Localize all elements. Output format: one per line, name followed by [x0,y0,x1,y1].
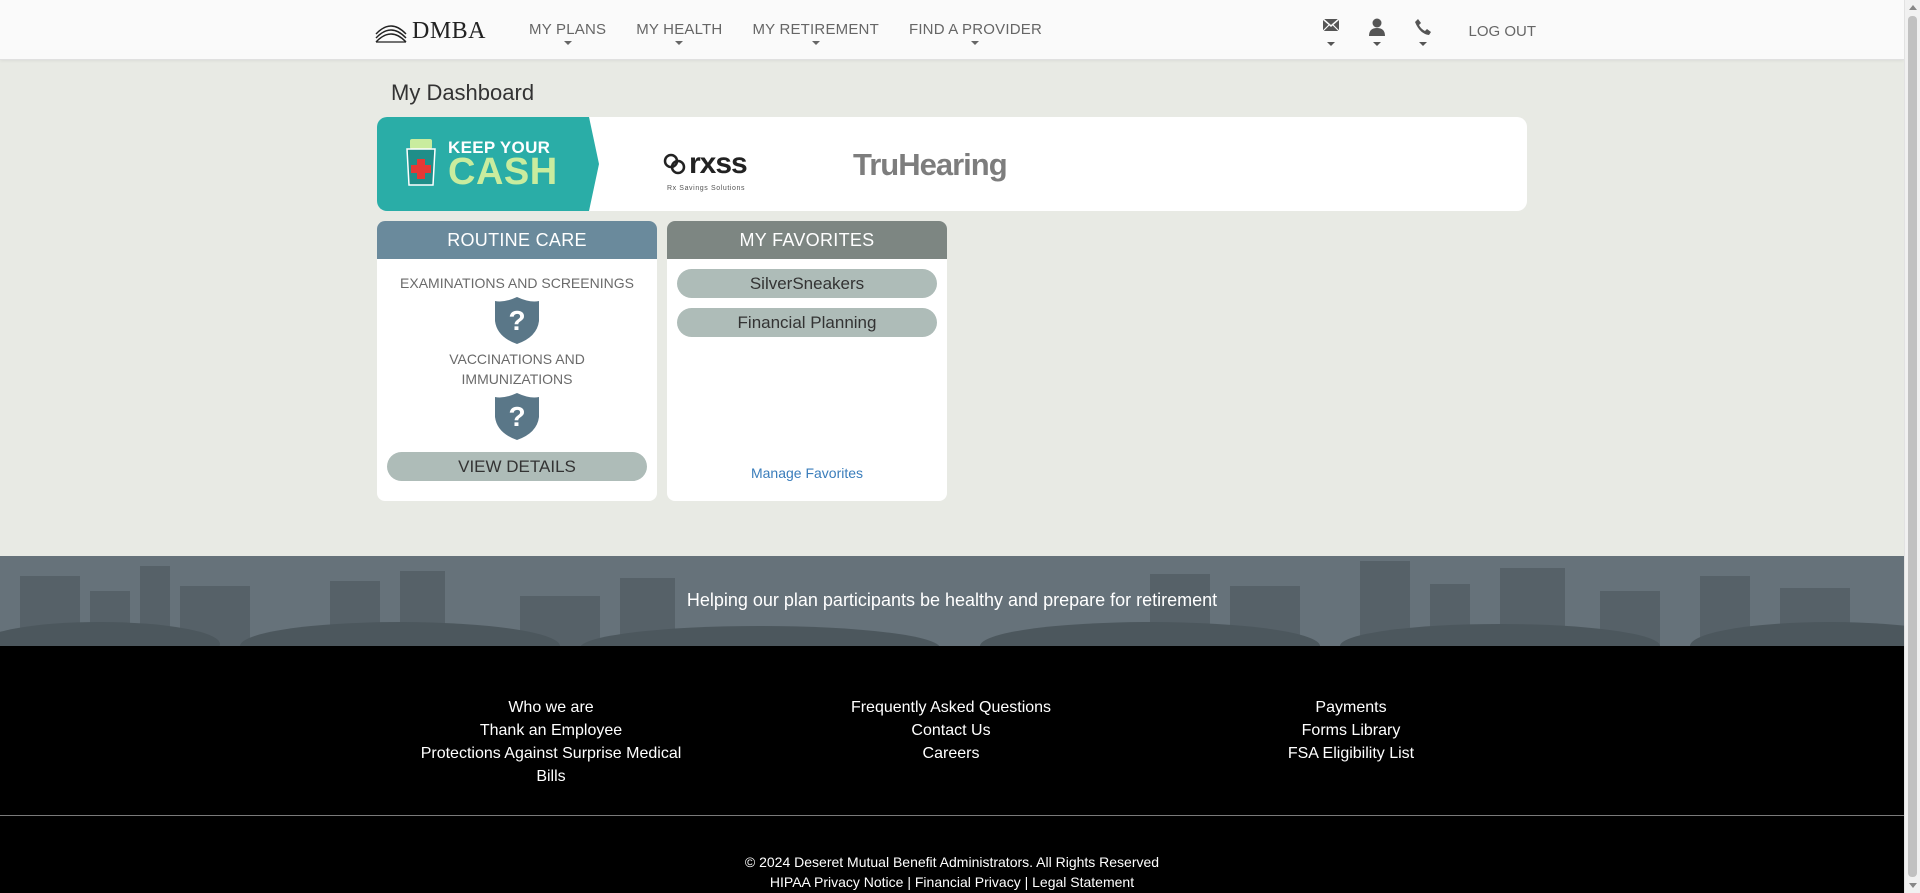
chevron-down-icon [971,41,980,45]
favorite-silversneakers-button[interactable]: SilverSneakers [677,269,937,298]
nav-label: MY RETIREMENT [752,21,879,38]
footer-link-faq[interactable]: Frequently Asked Questions [801,696,1101,719]
partner-banner: KEEP YOUR CASH rxss Rx Savings Solutions… [377,117,1527,211]
chevron-down-icon [675,41,684,45]
chevron-down-icon [811,41,820,45]
footer-link-surprise-medical-bills[interactable]: Protections Against Surprise Medical Bil… [404,742,698,788]
footer-link-thank-an-employee[interactable]: Thank an Employee [404,719,698,742]
question-shield-icon: ? [495,297,539,344]
account-menu[interactable] [1364,18,1390,46]
footer-divider [0,815,1904,816]
footer-link-who-we-are[interactable]: Who we are [404,696,698,719]
logout-link[interactable]: LOG OUT [1468,23,1536,40]
question-shield-icon: ? [495,393,539,440]
chevron-down-icon [1419,42,1428,46]
nav-my-retirement[interactable]: MY RETIREMENT [752,21,879,45]
scroll-up-arrow-icon[interactable] [1909,5,1917,10]
truhearing-logo[interactable]: TruHearing [853,147,1008,183]
care-item-label: EXAMINATIONS AND SCREENINGS [400,275,634,291]
nav-find-a-provider[interactable]: FIND A PROVIDER [908,21,1042,45]
city-skyline-banner: Helping our plan participants be healthy… [0,556,1904,646]
rxss-logo[interactable]: rxss Rx Savings Solutions [663,147,748,192]
phone-icon [1415,19,1432,35]
view-details-button[interactable]: VIEW DETAILS [387,452,647,481]
nav-label: MY HEALTH [636,21,723,38]
my-favorites-heading: MY FAVORITES [667,221,947,259]
nav-my-plans[interactable]: MY PLANS [529,21,607,45]
header-actions: LOG OUT [1318,18,1536,46]
hipaa-privacy-notice-link[interactable]: HIPAA Privacy Notice [770,874,904,890]
financial-privacy-link[interactable]: Financial Privacy [915,874,1021,890]
footer-link-contact-us[interactable]: Contact Us [801,719,1101,742]
nav-label: MY PLANS [529,21,607,38]
main-nav: MY PLANS MY HEALTH MY RETIREMENT FIND A … [529,21,1072,45]
footer-link-fsa-eligibility-list[interactable]: FSA Eligibility List [1201,742,1501,765]
chevron-down-icon [1373,42,1382,46]
rxss-subtitle: Rx Savings Solutions [667,185,746,192]
contact-menu[interactable] [1410,18,1436,46]
banner-tagline: Helping our plan participants be healthy… [686,590,1218,610]
scroll-down-arrow-icon[interactable] [1909,883,1917,888]
favorite-financial-planning-button[interactable]: Financial Planning [677,308,937,337]
footer-link-forms-library[interactable]: Forms Library [1201,719,1501,742]
chevron-down-icon [1327,42,1336,46]
user-icon [1369,18,1386,36]
logo-text: DMBA [412,18,487,44]
rxss-mark-icon [663,153,686,175]
footer-column-help: Frequently Asked Questions Contact Us Ca… [801,696,1101,765]
kyc-line2: CASH [448,151,558,193]
routine-care-card: ROUTINE CARE EXAMINATIONS AND SCREENINGS… [377,221,657,501]
copyright-text: © 2024 Deseret Mutual Benefit Administra… [744,854,1160,870]
messages-menu[interactable] [1318,18,1344,46]
scrollbar-thumb[interactable] [1908,16,1917,877]
legal-statement-link[interactable]: Legal Statement [1032,874,1134,890]
rxss-name: rxss [689,147,748,180]
vertical-scrollbar[interactable] [1904,0,1920,893]
mail-icon [1322,18,1340,32]
separator: | [907,874,911,890]
my-favorites-card: MY FAVORITES SilverSneakers Financial Pl… [667,221,947,501]
page-title: My Dashboard [391,80,535,105]
dmba-logo-mark-icon [375,24,407,43]
footer-column-resources: Payments Forms Library FSA Eligibility L… [1201,696,1501,765]
routine-care-heading: ROUTINE CARE [377,221,657,259]
top-navigation-bar: DMBA MY PLANS MY HEALTH MY RETIREMENT FI… [0,0,1904,60]
care-item-label: VACCINATIONS AND IMMUNIZATIONS [449,351,585,387]
svg-text:?: ? [508,401,525,432]
nav-label: FIND A PROVIDER [908,21,1042,38]
footer-link-payments[interactable]: Payments [1201,696,1501,719]
separator: | [1024,874,1029,890]
cash-jar-icon [406,139,436,186]
manage-favorites-link[interactable]: Manage Favorites [667,465,947,481]
keep-your-cash-banner[interactable]: KEEP YOUR CASH [377,117,599,211]
svg-text:?: ? [508,305,525,336]
footer-column-about: Who we are Thank an Employee Protections… [404,696,698,788]
dmba-logo[interactable]: DMBA [374,18,486,45]
chevron-down-icon [563,41,572,45]
legal-links: HIPAA Privacy Notice | Financial Privacy… [0,872,1904,892]
footer-link-careers[interactable]: Careers [801,742,1101,765]
nav-my-health[interactable]: MY HEALTH [636,21,723,45]
site-footer: Who we are Thank an Employee Protections… [0,646,1904,893]
